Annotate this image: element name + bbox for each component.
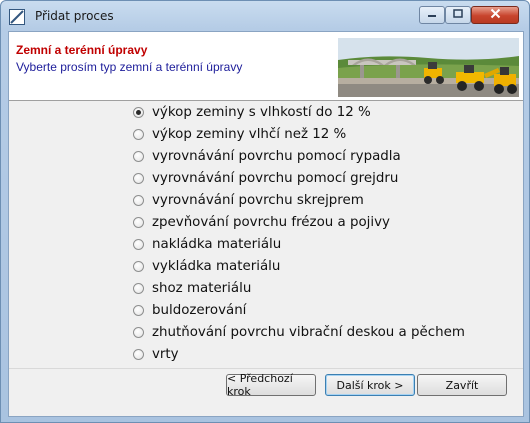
next-step-button[interactable]: Další krok > <box>325 374 415 396</box>
radio-button[interactable] <box>133 150 144 162</box>
option-label: výkop zeminy s vlhkostí do 12 % <box>152 104 371 120</box>
dialog-window: Přidat proces Zemní a terénní úpravy Vyb… <box>0 0 530 423</box>
radio-button[interactable] <box>133 128 144 140</box>
option-label: shoz materiálu <box>152 280 252 296</box>
radio-button[interactable] <box>133 172 144 184</box>
dialog-content: Zemní a terénní úpravy Vyberte prosím ty… <box>8 31 524 417</box>
minimize-button[interactable] <box>419 6 445 24</box>
option-label: zpevňování povrchu frézou a pojivy <box>152 214 390 230</box>
close-window-button[interactable] <box>471 6 519 24</box>
radio-button[interactable] <box>133 326 144 338</box>
maximize-button[interactable] <box>445 6 471 24</box>
option-vykop-vlhci[interactable]: výkop zeminy vlhčí než 12 % <box>133 124 346 144</box>
radio-button[interactable] <box>133 238 144 250</box>
option-label: vrty <box>152 346 179 362</box>
maximize-icon <box>453 8 463 22</box>
radio-button[interactable] <box>133 348 144 360</box>
option-label: zhutňování povrchu vibrační deskou a pěc… <box>152 324 465 340</box>
option-label: vyrovnávání povrchu pomocí grejdru <box>152 170 399 186</box>
option-buldozerovani[interactable]: buldozerování <box>133 300 246 320</box>
radio-button[interactable] <box>133 194 144 206</box>
option-label: výkop zeminy vlhčí než 12 % <box>152 126 347 142</box>
option-zpevnovani[interactable]: zpevňování povrchu frézou a pojivy <box>133 212 390 232</box>
option-vykop-do-12[interactable]: výkop zeminy s vlhkostí do 12 % <box>133 102 371 122</box>
option-label: vyrovnávání povrchu skrejprem <box>152 192 364 208</box>
radio-button[interactable] <box>133 106 144 118</box>
radio-button[interactable] <box>133 282 144 294</box>
option-label: nakládka materiálu <box>152 236 282 252</box>
option-zhutnovani[interactable]: zhutňování povrchu vibrační deskou a pěc… <box>133 322 465 342</box>
option-vrty[interactable]: vrty <box>133 344 179 364</box>
header-subtitle: Vyberte prosím typ zemní a terénní úprav… <box>16 60 243 74</box>
window-title: Přidat proces <box>35 9 114 23</box>
minimize-icon <box>427 9 437 22</box>
wizard-header: Zemní a terénní úpravy Vyberte prosím ty… <box>9 32 523 101</box>
option-label: vyrovnávání povrchu pomocí rypadla <box>152 148 401 164</box>
previous-step-button[interactable]: < Předchozí krok <box>226 372 316 398</box>
radio-button[interactable] <box>133 304 144 316</box>
option-label: vykládka materiálu <box>152 258 281 274</box>
radio-button[interactable] <box>133 216 144 228</box>
option-vyrovnavani-skrejpr[interactable]: vyrovnávání povrchu skrejprem <box>133 190 364 210</box>
app-slash-icon <box>9 9 25 25</box>
radio-button[interactable] <box>133 260 144 272</box>
option-vyrovnavani-rypadlo[interactable]: vyrovnávání povrchu pomocí rypadla <box>133 146 401 166</box>
option-shoz[interactable]: shoz materiálu <box>133 278 251 298</box>
option-vykladka[interactable]: vykládka materiálu <box>133 256 280 276</box>
title-bar[interactable]: Přidat proces <box>1 1 529 31</box>
footer-divider <box>9 368 523 369</box>
option-label: buldozerování <box>152 302 247 318</box>
option-nakladka[interactable]: nakládka materiálu <box>133 234 281 254</box>
close-icon <box>490 8 501 22</box>
header-title: Zemní a terénní úpravy <box>16 43 148 57</box>
close-button[interactable]: Zavřít <box>417 374 507 396</box>
construction-site-image <box>338 38 519 97</box>
option-vyrovnavani-grejdr[interactable]: vyrovnávání povrchu pomocí grejdru <box>133 168 398 188</box>
